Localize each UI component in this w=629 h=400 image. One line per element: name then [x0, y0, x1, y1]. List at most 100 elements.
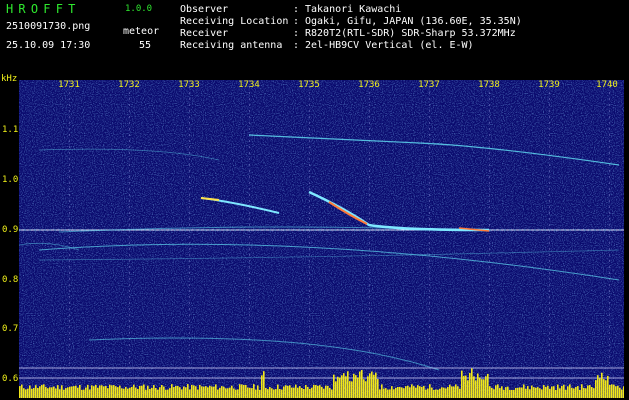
grid-dot [489, 260, 490, 262]
grid-dot [429, 266, 430, 268]
power-bar [189, 389, 191, 398]
power-bar [125, 386, 127, 398]
power-bar [347, 371, 349, 398]
power-bar [157, 389, 159, 398]
grid-dot [189, 254, 190, 256]
grid-dot [609, 260, 610, 262]
power-bar [513, 389, 515, 398]
power-bar [613, 384, 615, 398]
grid-dot [309, 224, 310, 226]
power-bar [79, 384, 81, 398]
power-bar [475, 380, 477, 398]
grid-dot [249, 302, 250, 304]
grid-dot [249, 146, 250, 148]
observer-value: Takanori Kawachi [305, 4, 402, 15]
power-bar [543, 385, 545, 398]
power-bar [337, 376, 339, 398]
power-bar [73, 386, 75, 398]
noise-texture [19, 80, 624, 398]
observer-label: Observer [180, 4, 229, 15]
grid-dot [69, 176, 70, 178]
power-bar [575, 387, 577, 398]
power-bar [187, 384, 189, 398]
power-bar [383, 388, 385, 398]
power-bar [191, 384, 193, 398]
grid-dot [609, 176, 610, 178]
grid-dot [369, 158, 370, 160]
grid-dot [609, 128, 610, 130]
grid-dot [309, 164, 310, 166]
power-bar [289, 385, 291, 398]
grid-dot [69, 164, 70, 166]
power-bar [445, 388, 447, 398]
power-bar [215, 384, 217, 398]
grid-dot [69, 98, 70, 100]
grid-dot [189, 242, 190, 244]
grid-dot [189, 110, 190, 112]
power-bar [563, 384, 565, 398]
power-bar [583, 387, 585, 398]
power-bar [589, 385, 591, 398]
grid-dot [249, 314, 250, 316]
grid-dot [189, 314, 190, 316]
grid-dot [189, 152, 190, 154]
power-bar [489, 386, 491, 398]
grid-dot [369, 116, 370, 118]
grid-dot [369, 92, 370, 94]
grid-dot [69, 206, 70, 208]
power-bar [447, 387, 449, 398]
unit-label: kHz [1, 74, 18, 84]
grid-dot [549, 332, 550, 334]
grid-dot [609, 188, 610, 190]
power-bar [395, 387, 397, 398]
power-bar [63, 389, 65, 398]
grid-dot [249, 152, 250, 154]
grid-dot [609, 98, 610, 100]
power-bar [259, 389, 261, 398]
grid-dot [489, 332, 490, 334]
antenna-value: 2el-HB9CV Vertical (el. E-W) [305, 40, 474, 51]
grid-dot [249, 332, 250, 334]
power-bar [243, 384, 245, 398]
grid-dot [309, 320, 310, 322]
power-bar [325, 385, 327, 398]
grid-dot [189, 356, 190, 358]
power-bar [453, 386, 455, 398]
grid-dot [549, 116, 550, 118]
power-bar [319, 385, 321, 398]
grid-dot [369, 176, 370, 178]
power-bar [41, 384, 43, 398]
power-bar [197, 389, 199, 398]
grid-dot [429, 332, 430, 334]
observer-separator: : [293, 4, 300, 15]
power-bar [291, 387, 293, 398]
power-bar [545, 386, 547, 398]
power-bar [379, 389, 381, 398]
power-bar [117, 387, 119, 398]
grid-dot [309, 260, 310, 262]
power-bar [387, 389, 389, 398]
grid-dot [489, 206, 490, 208]
receiver-value: R820T2(RTL-SDR) SDR-Sharp 53.372MHz [305, 28, 516, 39]
grid-dot [69, 194, 70, 196]
power-bar [163, 386, 165, 398]
power-bar [137, 388, 139, 398]
grid-dot [249, 122, 250, 124]
grid-dot [549, 278, 550, 280]
grid-dot [189, 326, 190, 328]
grid-dot [69, 146, 70, 148]
power-bar [139, 385, 141, 398]
power-bar [217, 389, 219, 398]
power-bar [525, 388, 527, 398]
grid-dot [189, 278, 190, 280]
power-bar [213, 386, 215, 398]
grid-dot [189, 236, 190, 238]
grid-dot [609, 206, 610, 208]
power-bar [293, 387, 295, 398]
grid-dot [69, 104, 70, 106]
grid-dot [369, 98, 370, 100]
grid-dot [429, 92, 430, 94]
grid-dot [429, 338, 430, 340]
grid-dot [129, 170, 130, 172]
grid-dot [69, 284, 70, 286]
